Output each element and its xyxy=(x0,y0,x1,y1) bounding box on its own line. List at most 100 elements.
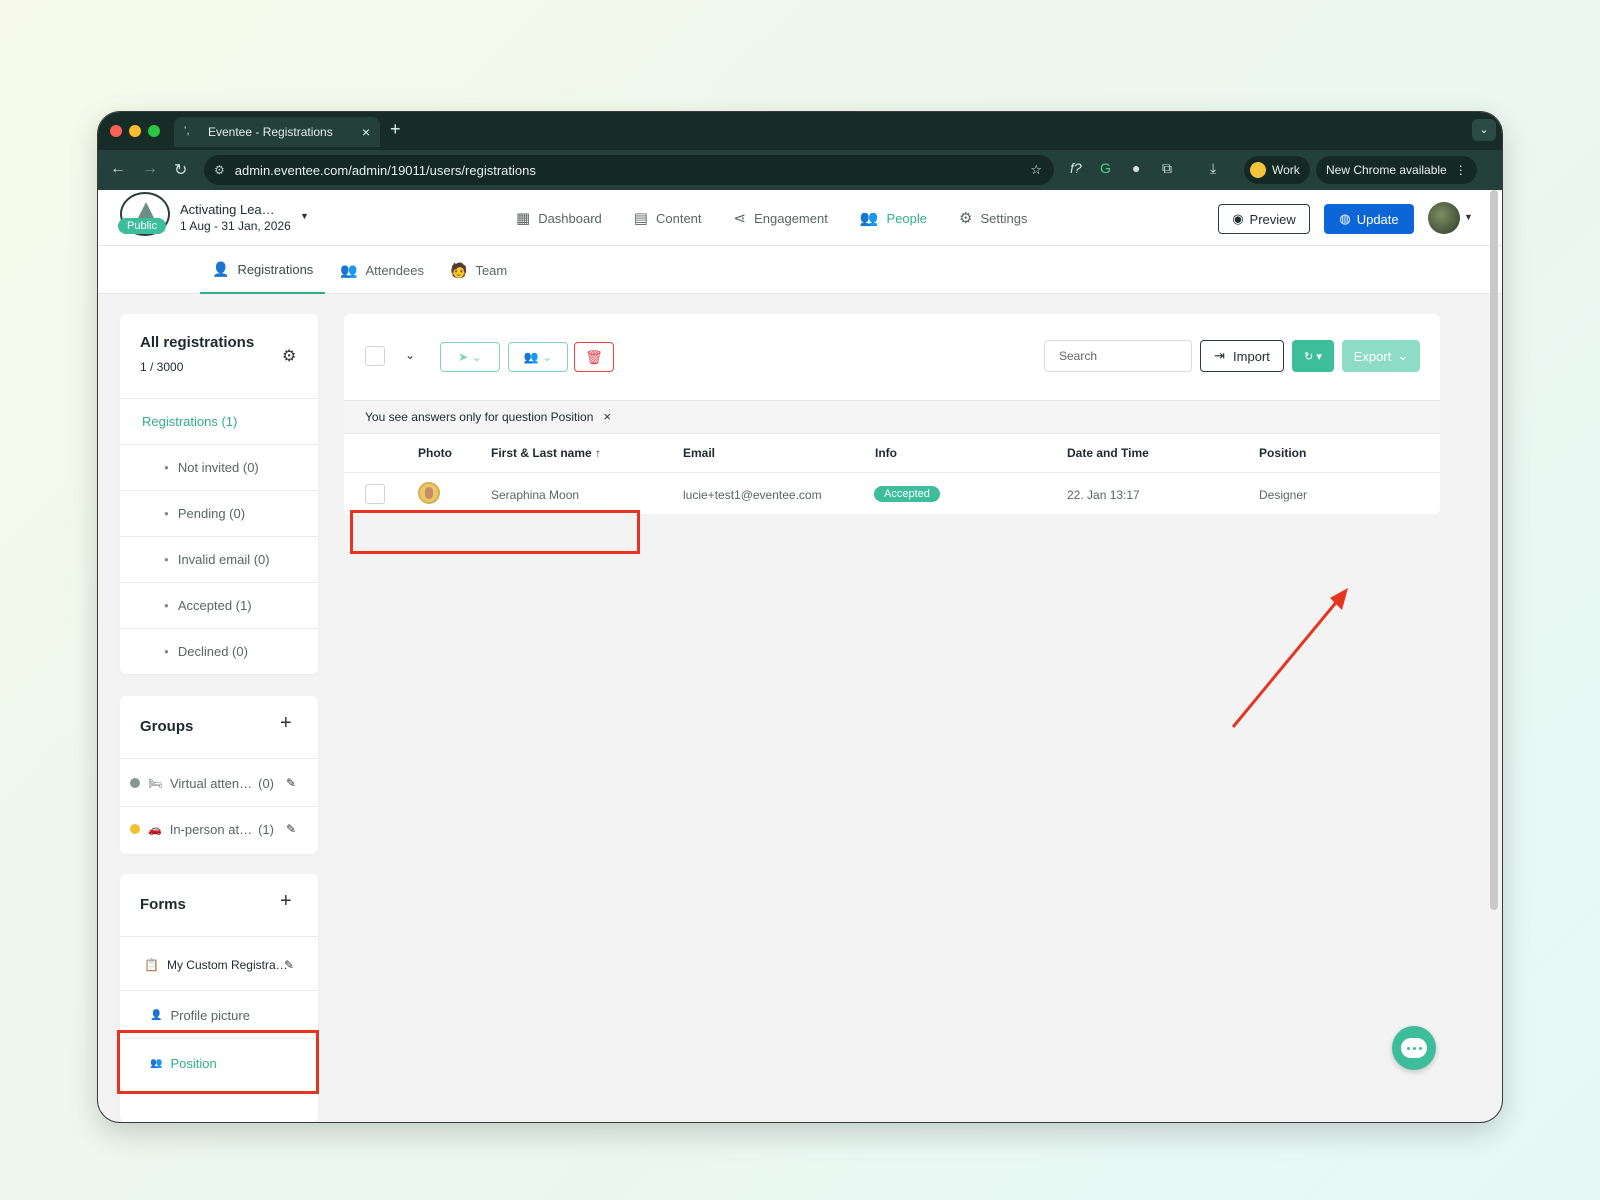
minimize-window-button[interactable] xyxy=(129,125,141,137)
sidebar-item-pending[interactable]: ● Pending (0) xyxy=(120,490,318,536)
nav-dashboard[interactable]: ▦ Dashboard xyxy=(516,209,602,227)
forward-icon[interactable]: → xyxy=(142,160,158,178)
new-tab-icon[interactable]: + xyxy=(390,119,401,140)
globe-icon: ◍ xyxy=(1339,211,1351,226)
forms-title: Forms xyxy=(140,896,186,913)
delete-button[interactable]: 🗑 xyxy=(574,342,614,372)
clear-filter-icon[interactable]: × xyxy=(603,409,611,424)
users-icon: 👥 xyxy=(340,261,358,278)
close-tab-icon[interactable]: × xyxy=(362,124,370,140)
sidebar-item-invalid-email[interactable]: ● Invalid email (0) xyxy=(120,536,318,582)
person-icon: 👤 xyxy=(150,1009,163,1021)
tab-team[interactable]: 🧑 Team xyxy=(450,246,507,294)
user-menu-caret-icon[interactable]: ▼ xyxy=(1464,212,1473,222)
grammarly-extension-icon[interactable]: G xyxy=(1100,160,1111,176)
sidebar-item-label: Invalid email (0) xyxy=(177,551,270,567)
extensions-puzzle-icon[interactable]: ⧉ xyxy=(1162,160,1172,177)
avatar xyxy=(418,482,440,504)
tab-title: Eventee - Registrations xyxy=(208,125,333,139)
edit-pencil-icon[interactable]: ✎ xyxy=(284,958,294,972)
sidebar-item-label: Not invited (0) xyxy=(177,459,259,475)
sidebar-item-registrations[interactable]: Registrations (1) xyxy=(120,398,318,444)
browser-tab[interactable]: ʻ, Eventee - Registrations × xyxy=(174,117,380,147)
group-item-virtual[interactable]: 🛏 Virtual atten… (0) ✎ xyxy=(120,760,318,806)
select-options-chevron-icon[interactable]: ⌄ xyxy=(405,348,415,362)
edit-pencil-icon[interactable]: ✎ xyxy=(286,822,296,836)
groups-title: Groups xyxy=(140,718,194,735)
tab-registrations-label: Registrations xyxy=(237,261,314,277)
column-header-email[interactable]: Email xyxy=(683,446,715,460)
nav-engagement[interactable]: ⋖ Engagement xyxy=(734,209,828,227)
status-badge: Accepted xyxy=(874,486,940,502)
cell-name[interactable]: Seraphina Moon xyxy=(491,488,579,502)
edit-pencil-icon[interactable]: ✎ xyxy=(286,776,296,790)
close-window-button[interactable] xyxy=(110,125,122,137)
nav-dashboard-label: Dashboard xyxy=(538,210,602,226)
chevron-down-icon: ⌄ xyxy=(1397,348,1409,363)
chat-button[interactable] xyxy=(1392,1026,1436,1070)
event-switch-caret-icon[interactable]: ▼ xyxy=(300,211,309,221)
sidebar-item-label: Pending (0) xyxy=(177,505,246,521)
bookmark-star-icon[interactable]: ☆ xyxy=(1030,162,1042,178)
column-header-name[interactable]: First & Last name ↑ xyxy=(491,446,601,460)
column-header-datetime[interactable]: Date and Time xyxy=(1067,446,1149,460)
preview-button[interactable]: ◉ Preview xyxy=(1218,204,1310,234)
tab-registrations[interactable]: 👤 Registrations xyxy=(200,246,326,294)
chrome-update-button[interactable]: New Chrome available ⋮ xyxy=(1316,156,1477,184)
send-button[interactable]: ➤ ⌄ xyxy=(440,342,500,372)
status-badge: Public xyxy=(118,218,166,234)
nav-content[interactable]: ▤ Content xyxy=(634,209,702,227)
sidebar-item-declined[interactable]: ● Declined (0) xyxy=(120,628,318,674)
add-group-icon[interactable]: + xyxy=(280,712,292,735)
column-header-position[interactable]: Position xyxy=(1259,446,1306,460)
add-form-icon[interactable]: + xyxy=(280,890,292,913)
update-button[interactable]: ◍ Update xyxy=(1324,204,1414,234)
cell-datetime: 22. Jan 13:17 xyxy=(1067,488,1140,502)
export-button[interactable]: Export ⌄ xyxy=(1342,340,1420,372)
group-item-in-person[interactable]: 🚗 In-person at… (1) ✎ xyxy=(120,806,318,852)
back-icon[interactable]: ← xyxy=(110,160,126,178)
sidebar-item-accepted[interactable]: ● Accepted (1) xyxy=(120,582,318,628)
function-extension-icon[interactable]: f? xyxy=(1070,160,1082,176)
site-settings-icon[interactable]: ⚙ xyxy=(214,163,225,177)
event-name[interactable]: Activating Lea… xyxy=(180,202,275,217)
nav-people-label: People xyxy=(886,210,928,226)
page-scrollbar[interactable] xyxy=(1490,190,1498,910)
drop-extension-icon[interactable]: ● xyxy=(1132,160,1140,176)
more-menu-icon[interactable]: ⋮ xyxy=(1455,163,1467,177)
import-icon: ⇥ xyxy=(1214,348,1226,363)
reload-icon[interactable]: ↻ xyxy=(174,160,187,180)
clipboard-icon: 📋 xyxy=(144,958,159,972)
assign-group-button[interactable]: 👥 ⌄ xyxy=(508,342,568,372)
team-icon: 🧑 xyxy=(450,261,468,278)
import-button[interactable]: ⇥ Import xyxy=(1200,340,1284,372)
gear-icon[interactable]: ⚙ xyxy=(282,346,296,366)
sync-button[interactable]: ↻ ▾ xyxy=(1292,340,1334,372)
form-item-custom[interactable]: 📋 My Custom Registra… ✎ xyxy=(120,940,318,990)
chat-bubble-icon xyxy=(1401,1038,1427,1058)
user-avatar[interactable] xyxy=(1428,202,1460,234)
form-name: My Custom Registra… xyxy=(166,958,288,972)
filter-note: You see answers only for question Positi… xyxy=(365,409,611,424)
nav-settings[interactable]: ⚙ Settings xyxy=(959,209,1027,227)
url-text: admin.eventee.com/admin/19011/users/regi… xyxy=(234,162,536,178)
download-icon[interactable]: ⤓ xyxy=(1210,160,1216,177)
address-bar[interactable]: ⚙ admin.eventee.com/admin/19011/users/re… xyxy=(204,155,1054,185)
tab-attendees[interactable]: 👥 Attendees xyxy=(340,246,424,294)
row-checkbox[interactable] xyxy=(365,484,385,504)
profile-label: Work xyxy=(1272,163,1300,177)
dashboard-icon: ▦ xyxy=(516,210,531,227)
nav-people[interactable]: 👥 People xyxy=(860,209,927,227)
profile-button[interactable]: Work xyxy=(1244,156,1310,184)
nav-settings-label: Settings xyxy=(980,210,1028,226)
highlight-box-position xyxy=(117,1030,319,1094)
user-check-icon: 👤 xyxy=(212,260,230,277)
registrations-card: All registrations 1 / 3000 ⚙ Registratio… xyxy=(120,314,318,674)
select-all-checkbox[interactable] xyxy=(365,346,385,366)
search-input[interactable] xyxy=(1044,340,1192,372)
trash-icon: 🗑 xyxy=(585,348,603,365)
sidebar-item-not-invited[interactable]: ● Not invited (0) xyxy=(120,444,318,490)
maximize-window-button[interactable] xyxy=(148,125,160,137)
tab-search-icon[interactable]: ⌄ xyxy=(1472,119,1496,141)
column-header-info[interactable]: Info xyxy=(875,446,897,460)
